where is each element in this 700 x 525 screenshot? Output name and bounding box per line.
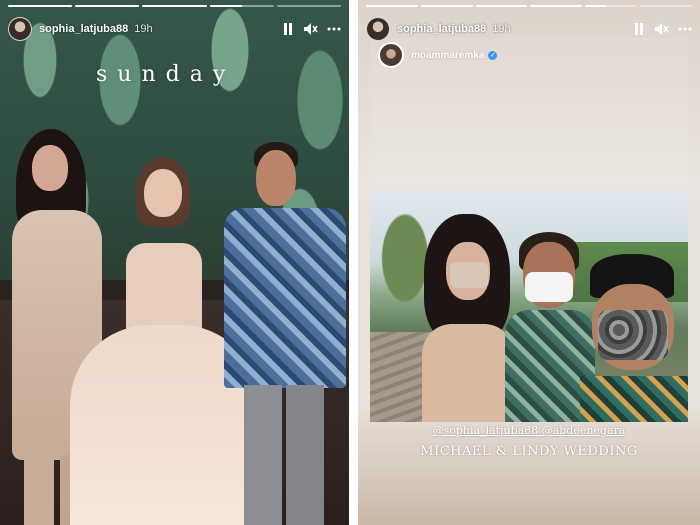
progress-segment	[8, 5, 73, 7]
sunday-sticker-text: sunday	[96, 62, 236, 87]
progress-segment-fill	[475, 5, 528, 7]
pause-icon[interactable]	[281, 22, 295, 36]
progress-segment	[209, 5, 274, 7]
progress-segment	[142, 5, 207, 7]
progress-segment	[530, 5, 583, 7]
more-icon[interactable]	[327, 22, 341, 36]
caption-title: MICHAEL & LINDY WEDDING	[420, 444, 638, 459]
profile-avatar[interactable]	[8, 17, 32, 41]
progress-segment	[276, 5, 342, 7]
mute-icon[interactable]	[655, 22, 669, 36]
story-progress-bar	[366, 5, 692, 7]
progress-segment-fill	[8, 5, 73, 7]
progress-segment	[420, 5, 473, 7]
story-right[interactable]: moammaremka ✓ @sophia_latjuba88 @abdeene…	[358, 0, 700, 525]
progress-segment-fill	[75, 5, 140, 7]
story-left[interactable]: sunday sophia_latjuba88 19h	[0, 0, 349, 525]
progress-segment-fill	[420, 5, 473, 7]
verified-icon: ✓	[488, 50, 498, 60]
more-icon[interactable]	[678, 22, 692, 36]
story-progress-bar	[8, 5, 342, 7]
progress-segment-fill	[142, 5, 207, 7]
story-timestamp: 19h	[492, 23, 511, 35]
progress-segment-fill	[585, 5, 607, 7]
selfie-photo	[370, 192, 688, 422]
progress-segment	[640, 5, 692, 7]
progress-segment	[475, 5, 528, 7]
person-man-batik	[222, 140, 347, 525]
story-header: sophia_latjuba88 19h	[366, 14, 692, 44]
repost-username[interactable]: moammaremka	[411, 50, 484, 61]
story-timestamp: 19h	[134, 23, 153, 35]
progress-segment-fill	[530, 5, 583, 7]
pause-icon[interactable]	[632, 22, 646, 36]
profile-avatar[interactable]	[366, 17, 390, 41]
progress-segment-fill	[366, 5, 418, 7]
progress-segment	[585, 5, 638, 7]
story-header: sophia_latjuba88 19h	[8, 14, 341, 44]
story-controls	[632, 22, 692, 36]
reposted-from[interactable]: moammaremka ✓	[378, 42, 498, 68]
profile-username[interactable]: sophia_latjuba88	[397, 23, 486, 35]
caption-mentions[interactable]: @sophia_latjuba88 @abdeenegara	[358, 424, 700, 437]
progress-segment	[75, 5, 140, 7]
progress-segment	[366, 5, 418, 7]
repost-avatar[interactable]	[378, 42, 404, 68]
mute-icon[interactable]	[304, 22, 318, 36]
profile-username[interactable]: sophia_latjuba88	[39, 23, 128, 35]
story-controls	[281, 22, 341, 36]
progress-segment-fill	[209, 5, 242, 7]
